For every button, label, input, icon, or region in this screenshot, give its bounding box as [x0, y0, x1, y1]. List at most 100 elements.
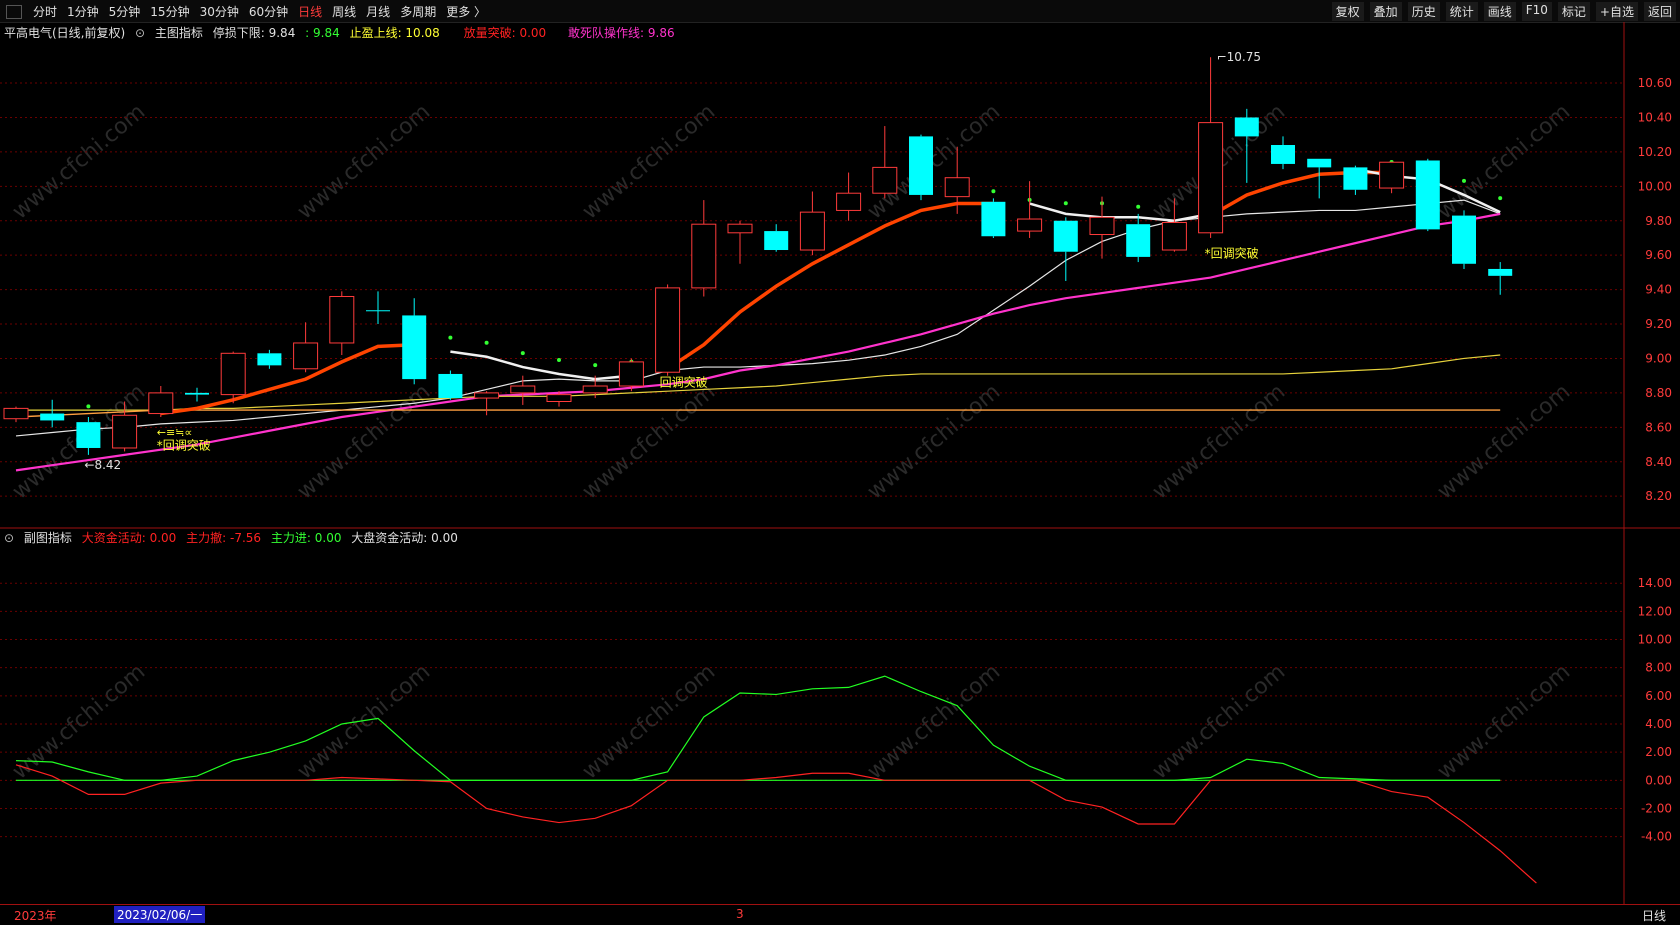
sub-tick-label: 2.00 — [1645, 745, 1672, 759]
candle-body-up — [872, 166, 898, 194]
price-tick-label: 10.40 — [1638, 110, 1672, 124]
candle-body-up — [1198, 122, 1224, 234]
sub-tick-label: 12.00 — [1638, 604, 1672, 618]
time-axis-bar: 2023年 2023/02/06/一 3 日线 — [0, 904, 1680, 925]
candle-body-up — [691, 223, 717, 289]
candle-body-up — [329, 295, 355, 344]
candle-body-up — [510, 385, 536, 394]
period-label: 日线 — [1641, 909, 1666, 923]
candle-body-down — [1271, 145, 1295, 164]
arrow-label: ←≡≒∝ — [157, 426, 193, 439]
candle-body-down — [1307, 158, 1332, 168]
signal-label: *回调突破 — [157, 437, 211, 452]
candle-body-down — [402, 315, 427, 380]
main-in-line — [15, 675, 1501, 781]
signal-dot — [557, 357, 561, 362]
candle-body-up — [1017, 218, 1043, 232]
main-out-line — [15, 764, 1537, 884]
candle-body-up — [655, 287, 681, 373]
signal-dot — [1136, 204, 1141, 209]
signal-dot — [991, 189, 996, 194]
price-tick-label: 8.60 — [1645, 420, 1672, 434]
candle-body-up — [3, 407, 29, 420]
candle-body-up — [944, 177, 970, 198]
candle-body-up — [474, 392, 500, 399]
sub-tick-label: -4.00 — [1641, 830, 1672, 844]
candle-body-down — [764, 231, 789, 251]
candle-body-up — [112, 414, 138, 449]
watermark-text: www.cfchi.com — [293, 659, 435, 784]
candle-body-down — [185, 392, 209, 395]
watermark-text: www.cfchi.com — [1433, 659, 1575, 784]
price-tick-label: 9.20 — [1645, 317, 1672, 331]
price-tick-label: 10.00 — [1638, 179, 1672, 193]
signal-dot — [1063, 201, 1068, 206]
signal-dot — [1462, 178, 1466, 183]
stock-chart[interactable]: www.cfchi.com www.cfchi.com www.cfchi.com w… — [0, 0, 1680, 924]
ma-line-3 — [15, 409, 1501, 418]
sub-tick-label: 4.00 — [1645, 717, 1672, 731]
candle-body-up — [836, 192, 862, 211]
watermark-text: www.cfchi.com — [1433, 379, 1575, 504]
candle-body-up — [293, 342, 319, 370]
candle-body-down — [909, 136, 933, 195]
high-label: ⌐10.75 — [1217, 50, 1261, 64]
year-label: 2023年 — [14, 909, 57, 923]
candle-body-down — [1053, 220, 1078, 252]
candle-body-down — [1415, 160, 1440, 230]
watermark-text: www.cfchi.com — [293, 99, 435, 224]
candle-body-down — [257, 353, 282, 366]
signal-dot — [86, 404, 91, 409]
signal-label: 回调突破 — [660, 375, 708, 390]
candle-body-up — [1161, 221, 1187, 251]
candle-body-down — [981, 201, 1006, 237]
candle-body-up — [727, 223, 753, 234]
date-cursor[interactable]: 2023/02/06/一 — [114, 906, 206, 923]
watermark-text: www.cfchi.com — [578, 659, 720, 784]
low-label: ←8.42 — [84, 458, 121, 472]
signal-label: *回调突破 — [1205, 245, 1259, 260]
candle-body-up — [1379, 161, 1405, 189]
candle-body-down — [1343, 167, 1368, 190]
price-tick-label: 9.80 — [1645, 214, 1672, 228]
candle-body-down — [366, 310, 390, 312]
watermark-text: www.cfchi.com — [863, 379, 1005, 504]
candle-body-up — [148, 392, 174, 415]
signal-dot — [593, 363, 598, 368]
price-tick-label: 10.60 — [1638, 76, 1672, 90]
signal-dot — [448, 335, 453, 340]
watermark-text: www.cfchi.com — [293, 379, 435, 504]
price-tick-label: 9.00 — [1645, 351, 1672, 365]
watermark-text: www.cfchi.com — [1148, 659, 1290, 784]
price-tick-label: 8.40 — [1645, 455, 1672, 469]
sub-tick-label: 10.00 — [1638, 633, 1672, 647]
ma-line-1 — [15, 212, 1501, 472]
price-tick-label: 9.40 — [1645, 283, 1672, 297]
signal-dot — [484, 340, 489, 345]
sub-tick-label: 14.00 — [1638, 576, 1672, 590]
watermark-text: www.cfchi.com — [578, 379, 720, 504]
watermark-text: www.cfchi.com — [8, 99, 150, 224]
price-tick-label: 8.20 — [1645, 489, 1672, 503]
price-tick-label: 9.60 — [1645, 248, 1672, 262]
sub-tick-label: -2.00 — [1641, 801, 1672, 815]
sub-tick-label: 6.00 — [1645, 689, 1672, 703]
sub-tick-label: 8.00 — [1645, 661, 1672, 675]
watermark-text: www.cfchi.com — [863, 659, 1005, 784]
watermark-text: www.cfchi.com — [1433, 99, 1575, 224]
sub-tick-label: 0.00 — [1645, 773, 1672, 787]
candle-body-up — [582, 385, 608, 394]
candle-body-down — [1488, 268, 1513, 276]
signal-dot — [520, 351, 525, 356]
watermark-text: www.cfchi.com — [1148, 379, 1290, 504]
candle-body-down — [438, 373, 463, 399]
candle-body-down — [76, 422, 101, 448]
candle-body-down — [1452, 215, 1476, 264]
price-tick-label: 10.20 — [1638, 145, 1672, 159]
candle-body-down — [40, 413, 65, 421]
price-tick-label: 8.80 — [1645, 386, 1672, 400]
signal-dot — [1498, 196, 1503, 201]
candle-body-up — [799, 211, 825, 251]
candle-body-down — [1234, 117, 1259, 137]
month-label: 3 — [736, 907, 744, 921]
